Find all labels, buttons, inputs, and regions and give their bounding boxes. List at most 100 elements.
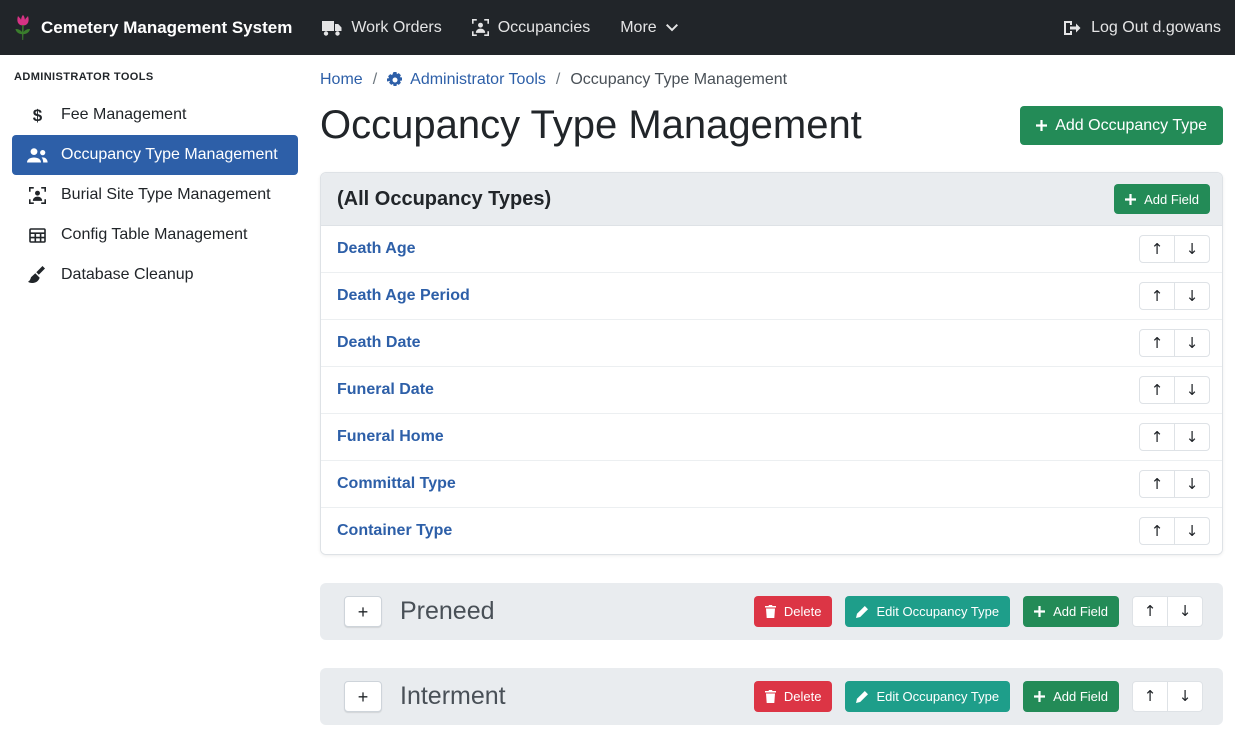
reorder-group: ↑ ↓ [1139,470,1210,498]
sidebar-heading: Administrator Tools [12,67,298,95]
arrow-up-icon: ↑ [1144,604,1157,619]
field-row: Death Date ↑ ↓ [321,319,1222,366]
arrow-down-icon: ↓ [1186,383,1199,398]
sidebar-item-label: Database Cleanup [61,266,194,284]
arrow-down-icon: ↓ [1179,604,1192,619]
field-link[interactable]: Funeral Date [337,381,434,399]
breadcrumb-current: Occupancy Type Management [570,71,787,89]
breadcrumb-home-label: Home [320,71,363,89]
move-up-button[interactable]: ↑ [1139,376,1175,404]
plus-icon [1034,606,1045,617]
reorder-group: ↑ ↓ [1139,329,1210,357]
edit-occupancy-type-button[interactable]: Edit Occupancy Type [845,681,1010,712]
breadcrumb-admin-tools-label: Administrator Tools [410,71,546,89]
move-down-button[interactable]: ↓ [1174,470,1210,498]
occupancy-icon [472,19,489,36]
move-down-button[interactable]: ↓ [1174,329,1210,357]
field-row: Container Type ↑ ↓ [321,507,1222,554]
move-down-button[interactable]: ↓ [1174,517,1210,545]
add-field-button[interactable]: Add Field [1114,184,1210,214]
move-down-button[interactable]: ↓ [1174,423,1210,451]
arrow-down-icon: ↓ [1186,289,1199,304]
arrow-down-icon: ↓ [1179,689,1192,704]
delete-button-label: Delete [784,689,822,704]
tulip-logo-icon [14,14,32,41]
plus-icon: + [358,688,369,706]
edit-occupancy-type-button[interactable]: Edit Occupancy Type [845,596,1010,627]
expand-button[interactable]: + [344,681,382,712]
nav-work-orders-label: Work Orders [351,19,441,37]
reorder-group: ↑ ↓ [1132,596,1203,627]
field-link[interactable]: Committal Type [337,475,456,493]
delete-button[interactable]: Delete [754,596,833,627]
section-actions: Delete Edit Occupancy Type Add Field ↑ ↓ [754,596,1203,627]
edit-button-label: Edit Occupancy Type [876,604,999,619]
occupancy-type-section-interment: + Interment Delete Edit Occupancy Type A… [320,668,1223,725]
move-up-button[interactable]: ↑ [1139,423,1175,451]
add-occupancy-type-button[interactable]: Add Occupancy Type [1020,106,1223,145]
sidebar-item-fee-management[interactable]: $Fee Management [12,95,298,135]
field-row: Death Age Period ↑ ↓ [321,272,1222,319]
move-up-button[interactable]: ↑ [1132,596,1168,627]
reorder-group: ↑ ↓ [1139,282,1210,310]
breadcrumb-admin-tools-link[interactable]: Administrator Tools [387,71,546,89]
reorder-group: ↑ ↓ [1139,235,1210,263]
brand[interactable]: Cemetery Management System [14,14,292,41]
all-occupancy-types-title: (All Occupancy Types) [337,188,551,211]
nav-more[interactable]: More [620,19,677,37]
section-actions: Delete Edit Occupancy Type Add Field ↑ ↓ [754,681,1203,712]
breadcrumb-home-link[interactable]: Home [320,71,363,89]
all-occupancy-types-card: (All Occupancy Types) Add Field Death Ag… [320,172,1223,555]
expand-button[interactable]: + [344,596,382,627]
arrow-up-icon: ↑ [1151,336,1164,351]
add-field-button[interactable]: Add Field [1023,596,1119,627]
sidebar-item-config-table-management[interactable]: Config Table Management [12,215,298,255]
main-content: Home / Administrator Tools / Occupancy T… [308,55,1235,738]
section-title: Preneed [396,597,495,626]
sidebar-item-database-cleanup[interactable]: Database Cleanup [12,255,298,295]
sidebar-item-label: Occupancy Type Management [61,146,278,164]
top-navbar: Cemetery Management System Work Orders O… [0,0,1235,55]
move-up-button[interactable]: ↑ [1132,681,1168,712]
field-link[interactable]: Funeral Home [337,428,444,446]
arrow-up-icon: ↑ [1144,689,1157,704]
move-down-button[interactable]: ↓ [1174,376,1210,404]
table-icon [26,228,49,243]
move-down-button[interactable]: ↓ [1167,596,1203,627]
move-up-button[interactable]: ↑ [1139,517,1175,545]
logout-link[interactable]: Log Out d.gowans [1064,19,1221,37]
page-title: Occupancy Type Management [320,103,862,148]
occupancy-type-sections: + Preneed Delete Edit Occupancy Type Add… [320,583,1223,725]
sidebar-item-occupancy-type-management[interactable]: Occupancy Type Management [12,135,298,175]
plus-icon: + [358,603,369,621]
nav-more-label: More [620,19,656,37]
plus-icon [1036,120,1047,131]
brand-title: Cemetery Management System [41,18,292,38]
gear-icon [387,72,403,88]
move-up-button[interactable]: ↑ [1139,235,1175,263]
arrow-up-icon: ↑ [1151,524,1164,539]
occupancy-type-section-preneed: + Preneed Delete Edit Occupancy Type Add… [320,583,1223,640]
move-up-button[interactable]: ↑ [1139,329,1175,357]
delete-button-label: Delete [784,604,822,619]
section-title: Interment [396,682,506,711]
move-up-button[interactable]: ↑ [1139,282,1175,310]
delete-button[interactable]: Delete [754,681,833,712]
nav-work-orders[interactable]: Work Orders [322,19,441,37]
add-occupancy-type-label: Add Occupancy Type [1055,117,1207,135]
move-down-button[interactable]: ↓ [1174,282,1210,310]
move-up-button[interactable]: ↑ [1139,470,1175,498]
nav-occupancies[interactable]: Occupancies [472,19,591,37]
field-link[interactable]: Death Date [337,334,421,352]
add-field-button[interactable]: Add Field [1023,681,1119,712]
plus-icon [1125,194,1136,205]
sidebar-item-burial-site-type-management[interactable]: Burial Site Type Management [12,175,298,215]
move-down-button[interactable]: ↓ [1167,681,1203,712]
reorder-group: ↑ ↓ [1139,517,1210,545]
move-down-button[interactable]: ↓ [1174,235,1210,263]
add-field-label: Add Field [1053,604,1108,619]
field-link[interactable]: Death Age [337,240,416,258]
field-link[interactable]: Container Type [337,522,452,540]
users-icon [26,148,49,163]
field-link[interactable]: Death Age Period [337,287,470,305]
